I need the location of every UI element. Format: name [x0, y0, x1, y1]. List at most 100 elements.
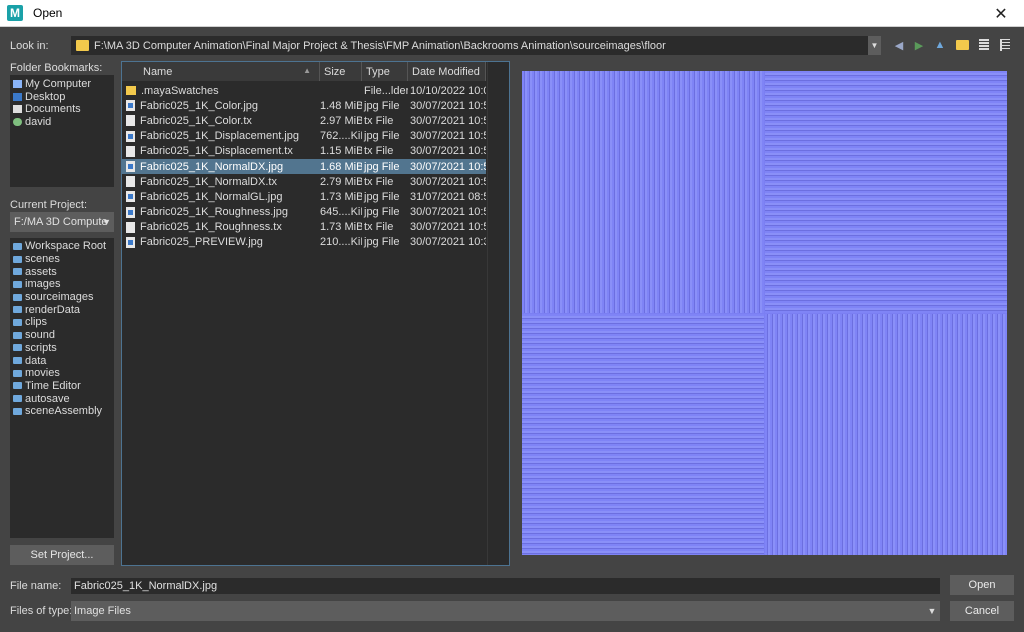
chevron-down-icon[interactable]: ▼	[924, 601, 940, 621]
file-name-text: Fabric025_1K_Displacement.tx	[140, 145, 293, 158]
preview-tile	[522, 71, 764, 313]
files-of-type-label: Files of type:	[10, 605, 73, 617]
workspace-item-label: movies	[25, 367, 60, 380]
workspace-item[interactable]: assets	[10, 265, 114, 278]
workspace-item[interactable]: autosave	[10, 392, 114, 405]
forward-icon[interactable]: ▶	[912, 38, 926, 52]
column-header-size[interactable]: Size	[320, 62, 362, 81]
image-file-icon	[126, 191, 135, 203]
workspace-item[interactable]: scripts	[10, 342, 114, 355]
bookmark-david[interactable]: david	[10, 116, 114, 129]
open-button[interactable]: Open	[950, 575, 1014, 595]
files-of-type-dropdown[interactable]: Image Files	[71, 601, 924, 621]
file-row[interactable]: Fabric025_1K_Color.tx 2.97 MiB tx File 30/0…	[122, 113, 486, 128]
file-name-cell: .mayaSwatches	[122, 85, 320, 97]
file-row[interactable]: Fabric025_1K_NormalDX.jpg 1.68 MiB jpg Fil…	[122, 158, 486, 175]
file-date-cell: 31/07/2021 08:59	[410, 190, 486, 203]
bookmark-label: Desktop	[25, 90, 66, 103]
file-name-cell: Fabric025_1K_Color.tx	[122, 115, 320, 127]
up-folder-icon[interactable]: ▲	[933, 38, 947, 52]
file-type-cell: jpg File	[364, 99, 400, 112]
folder-icon	[13, 318, 22, 326]
desktop-icon	[13, 92, 22, 101]
image-file-icon	[126, 206, 135, 218]
look-in-path-field[interactable]: F:\MA 3D Computer Animation\Final Major …	[71, 36, 868, 55]
close-icon[interactable]: ✕	[978, 0, 1024, 27]
file-name-input[interactable]: Fabric025_1K_NormalDX.jpg	[71, 578, 940, 594]
folder-icon	[13, 255, 22, 263]
workspace-item[interactable]: images	[10, 278, 114, 291]
file-row[interactable]: Fabric025_1K_Displacement.tx 1.15 MiB tx F…	[122, 144, 486, 159]
workspace-item[interactable]: clips	[10, 316, 114, 329]
folder-icon	[13, 331, 22, 339]
workspace-item-label: images	[25, 278, 61, 291]
sort-ascending-icon: ▲	[303, 66, 311, 75]
list-view-icon[interactable]	[977, 38, 991, 52]
file-row[interactable]: Fabric025_1K_Roughness.tx 1.73 MiB tx File…	[122, 220, 486, 235]
file-name-cell: Fabric025_1K_Roughness.jpg	[122, 206, 320, 218]
file-name-text: Fabric025_1K_Roughness.jpg	[140, 206, 288, 219]
file-date-cell: 30/07/2021 10:51	[410, 206, 486, 219]
file-type-cell: jpg File	[364, 236, 400, 249]
file-row[interactable]: Fabric025_1K_NormalGL.jpg 1.73 MiB jpg Fil…	[122, 189, 486, 204]
file-name-text: Fabric025_1K_NormalDX.jpg	[140, 160, 284, 173]
file-row[interactable]: Fabric025_1K_Displacement.jpg 762....KiBj…	[122, 129, 486, 144]
preview-tile	[765, 71, 1007, 313]
file-size-cell: 2.79 MiB	[320, 175, 362, 188]
file-size-cell: 1.15 MiB	[320, 145, 362, 158]
file-name-cell: Fabric025_1K_Displacement.jpg	[122, 130, 320, 142]
image-preview	[522, 71, 1007, 555]
file-row[interactable]: Fabric025_1K_NormalDX.tx 2.79 MiB tx File 3…	[122, 174, 486, 189]
column-header-type[interactable]: Type	[362, 62, 408, 81]
workspace-item[interactable]: Time Editor	[10, 380, 114, 393]
file-icon	[126, 176, 135, 188]
bookmark-my-computer[interactable]: My Computer	[10, 78, 114, 91]
folder-bookmarks-label: Folder Bookmarks:	[10, 62, 103, 74]
bookmark-documents[interactable]: Documents	[10, 103, 114, 116]
file-name-cell: Fabric025_1K_Roughness.tx	[122, 221, 320, 233]
bookmark-desktop[interactable]: Desktop	[10, 91, 114, 104]
workspace-item-label: scripts	[25, 341, 57, 354]
file-date-cell: 10/10/2022 10:03	[410, 84, 486, 97]
folder-icon	[13, 369, 22, 377]
detail-view-icon[interactable]	[998, 38, 1012, 52]
file-row[interactable]: Fabric025_1K_Color.jpg 1.48 MiB jpg File 30…	[122, 98, 486, 113]
workspace-item[interactable]: sourceimages	[10, 291, 114, 304]
file-name-text: Fabric025_PREVIEW.jpg	[140, 236, 263, 249]
chevron-down-icon[interactable]: ▼	[868, 36, 881, 55]
vertical-scrollbar[interactable]	[487, 62, 509, 565]
back-icon[interactable]: ◀	[892, 38, 906, 52]
documents-icon	[13, 105, 22, 114]
column-header-date[interactable]: Date Modified	[408, 62, 486, 81]
file-size-cell: 762....KiB	[320, 130, 362, 143]
workspace-item[interactable]: Workspace Root	[10, 240, 114, 253]
folder-icon	[13, 344, 22, 352]
cancel-button[interactable]: Cancel	[950, 601, 1014, 621]
workspace-item[interactable]: sceneAssembly	[10, 405, 114, 418]
file-size-cell: 645....KiB	[320, 206, 362, 219]
file-icon	[126, 115, 135, 127]
file-date-cell: 30/07/2021 10:51	[410, 114, 486, 127]
file-name-text: Fabric025_1K_Roughness.tx	[140, 221, 282, 234]
folder-icon	[13, 357, 22, 365]
column-header-name[interactable]: Name ▲	[122, 62, 320, 81]
workspace-item[interactable]: scenes	[10, 253, 114, 266]
new-folder-icon[interactable]	[955, 38, 969, 52]
workspace-item[interactable]: sound	[10, 329, 114, 342]
file-date-cell: 30/07/2021 10:51	[410, 221, 486, 234]
file-row[interactable]: .mayaSwatches File...lder10/10/2022 10:03	[122, 83, 486, 98]
file-row[interactable]: Fabric025_1K_Roughness.jpg 645....KiBjpg …	[122, 205, 486, 220]
folder-icon	[13, 268, 22, 276]
workspace-item-label: autosave	[25, 392, 70, 405]
bookmark-label: My Computer	[25, 78, 92, 91]
folder-icon	[13, 242, 22, 250]
workspace-item[interactable]: renderData	[10, 303, 114, 316]
file-name-cell: Fabric025_1K_Displacement.tx	[122, 145, 320, 157]
file-row[interactable]: Fabric025_PREVIEW.jpg 210....KiBjpg File 3…	[122, 235, 486, 250]
workspace-item[interactable]: movies	[10, 367, 114, 380]
file-name-text: Fabric025_1K_NormalDX.tx	[140, 175, 277, 188]
set-project-button[interactable]: Set Project...	[10, 545, 114, 565]
current-project-value: F:/MA 3D Compute	[14, 216, 108, 228]
workspace-item[interactable]: data	[10, 354, 114, 367]
current-project-dropdown[interactable]: F:/MA 3D Compute ▼	[10, 212, 114, 232]
